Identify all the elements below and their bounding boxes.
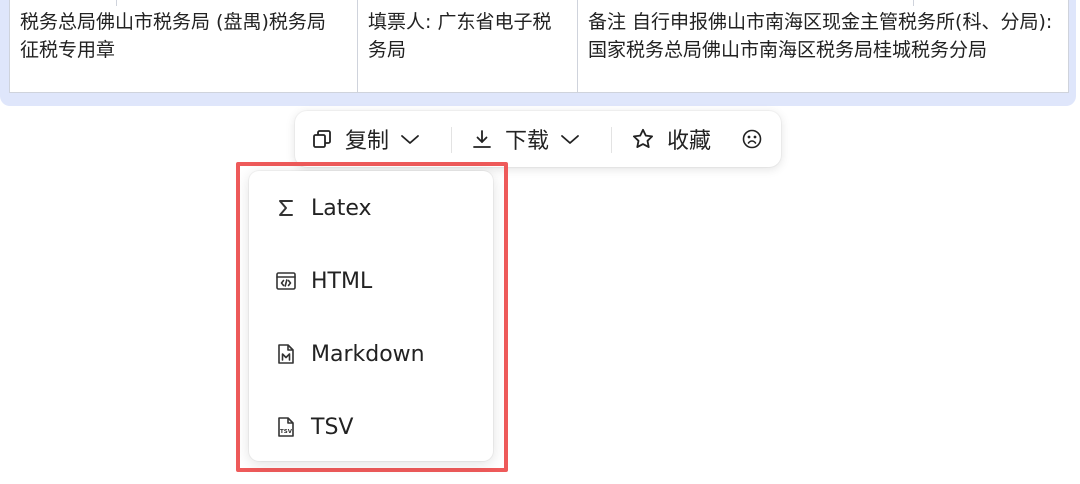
menu-item-label: Markdown	[311, 341, 425, 367]
tsv-file-icon: TSV	[274, 415, 298, 439]
menu-item-markdown[interactable]: Markdown	[249, 329, 493, 379]
menu-item-html[interactable]: HTML	[249, 256, 493, 306]
copy-format-menu: Latex HTML Markdown TSV TSV	[249, 171, 493, 461]
copy-icon	[311, 128, 333, 150]
code-window-icon	[274, 269, 298, 293]
copy-label: 复制	[345, 129, 390, 154]
toolbar-divider	[611, 127, 612, 153]
download-button[interactable]: 下载	[471, 119, 581, 159]
menu-item-latex[interactable]: Latex	[249, 183, 493, 233]
favorite-label: 收藏	[667, 129, 712, 154]
chevron-down-icon	[399, 128, 421, 150]
favorite-button[interactable]: 收藏	[631, 119, 721, 159]
table-container: 税务总局佛山市税务局 (盘禺)税务局 征税专用章 填票人: 广东省电子税务局 备…	[0, 0, 1076, 106]
feedback-button[interactable]	[741, 119, 763, 159]
frown-face-icon	[741, 128, 763, 150]
svg-text:TSV: TSV	[280, 429, 293, 435]
table-cell: 备注 自行申报佛山市南海区现金主管税务所(科、分局):国家税务总局佛山市南海区税…	[588, 11, 1053, 61]
menu-item-label: HTML	[311, 268, 373, 294]
data-table: 税务总局佛山市税务局 (盘禺)税务局 征税专用章 填票人: 广东省电子税务局 备…	[9, 0, 1069, 93]
result-toolbar: 复制 下载 收藏	[295, 111, 781, 167]
table-cell: 填票人: 广东省电子税务局	[358, 0, 578, 92]
sigma-icon	[274, 196, 298, 220]
copy-button[interactable]: 复制	[311, 119, 421, 159]
download-icon	[471, 128, 493, 150]
chevron-down-icon	[559, 128, 581, 150]
star-icon	[631, 127, 655, 151]
menu-item-tsv[interactable]: TSV TSV	[249, 402, 493, 452]
download-label: 下载	[505, 129, 550, 154]
table-cell: 税务总局佛山市税务局 (盘禺)税务局 征税专用章	[10, 0, 358, 92]
menu-item-label: Latex	[311, 195, 372, 221]
menu-item-label: TSV	[311, 414, 354, 440]
markdown-file-icon	[274, 342, 298, 366]
toolbar-divider	[451, 127, 452, 153]
